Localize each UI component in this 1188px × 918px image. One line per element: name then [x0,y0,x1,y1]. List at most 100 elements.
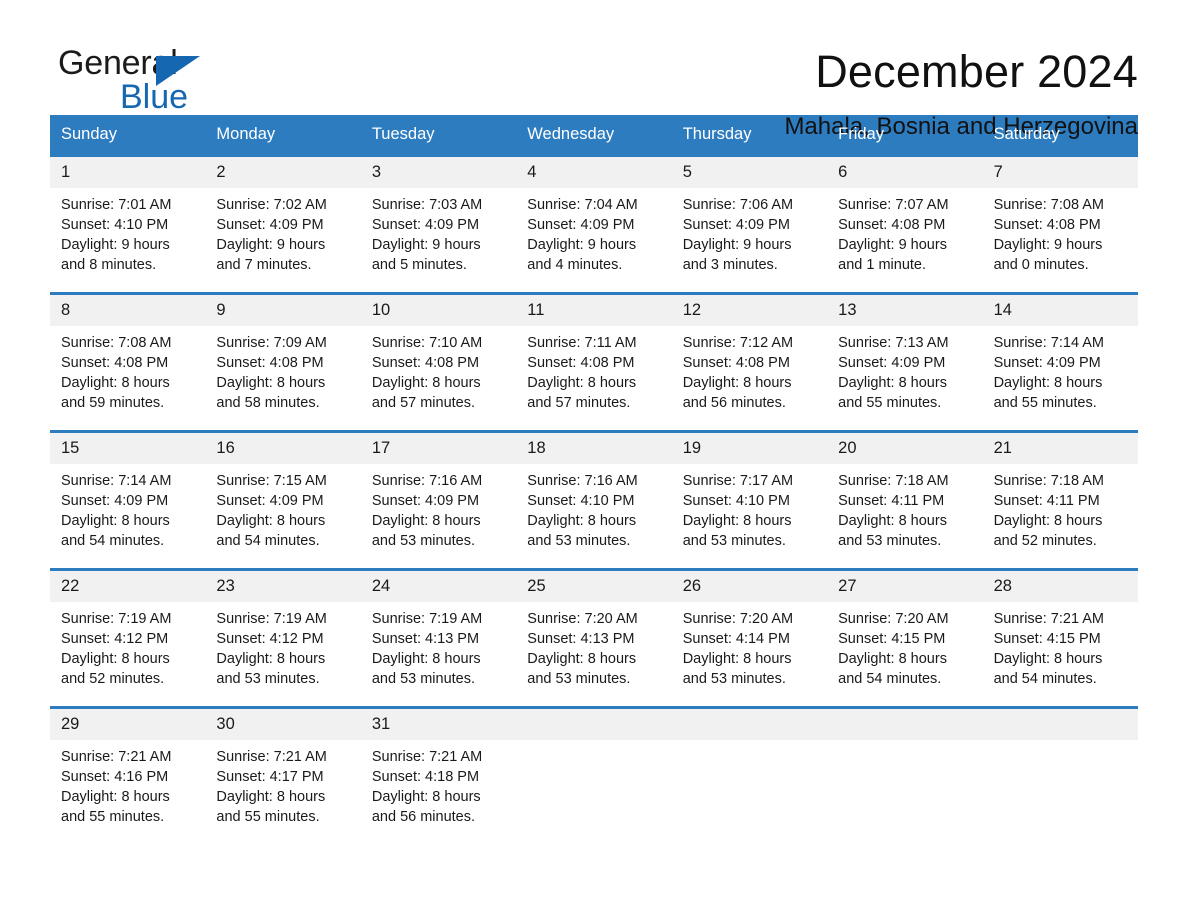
sunrise-text: Sunrise: 7:02 AM [216,197,327,213]
day-number[interactable]: 2 [205,157,360,188]
day-number[interactable]: 16 [205,433,360,464]
sunrise-text: Sunrise: 7:14 AM [993,335,1104,351]
day-number[interactable]: 7 [983,157,1138,188]
day-number[interactable]: 11 [516,295,671,326]
day-cell: Sunrise: 7:06 AM Sunset: 4:09 PM Dayligh… [672,195,827,275]
calendar-week-row: 22 23 24 25 26 27 28 Sunrise: 7:19 AM Su… [50,568,1138,706]
day-number[interactable]: 8 [50,295,205,326]
day-number[interactable]: 15 [50,433,205,464]
sunrise-text: Sunrise: 7:16 AM [371,473,483,489]
daylight-text-line2: and 1 minute. [838,257,927,273]
day-number[interactable]: 19 [672,433,827,464]
day-number[interactable]: 31 [361,709,516,740]
daylight-text-line2: and 53 minutes. [527,671,631,687]
daylight-text-line2: and 55 minutes. [61,809,165,825]
daylight-text-line2: and 53 minutes. [838,533,942,549]
day-number[interactable]: 9 [205,295,360,326]
day-number[interactable]: 4 [516,157,671,188]
day-cell: Sunrise: 7:20 AM Sunset: 4:14 PM Dayligh… [672,609,827,689]
daylight-text-line2: and 54 minutes. [838,671,942,687]
generalblue-logo[interactable]: General Blue [50,44,268,122]
sunset-text: Sunset: 4:17 PM [216,769,324,785]
daylight-text-line2: and 54 minutes. [216,533,320,549]
day-number[interactable]: 5 [672,157,827,188]
day-cell: Sunrise: 7:20 AM Sunset: 4:15 PM Dayligh… [827,609,982,689]
daylight-text-line2: and 54 minutes. [61,533,165,549]
day-number[interactable]: 29 [50,709,205,740]
daylight-text-line2: and 0 minutes. [993,257,1089,273]
day-number[interactable]: 6 [827,157,982,188]
sunset-text: Sunset: 4:18 PM [371,769,480,785]
day-cell: Sunrise: 7:14 AM Sunset: 4:09 PM Dayligh… [983,333,1138,413]
sunrise-text: Sunrise: 7:20 AM [838,611,949,627]
sunrise-sunset-calendar: Sunday Monday Tuesday Wednesday Thursday… [50,115,1138,844]
day-number[interactable]: 1 [50,157,205,188]
day-number[interactable]: 30 [205,709,360,740]
day-cell: Sunrise: 7:03 AM Sunset: 4:09 PM Dayligh… [361,195,516,275]
daylight-text-line2: and 53 minutes. [527,533,631,549]
day-number[interactable]: 10 [361,295,516,326]
day-cell: Sunrise: 7:19 AM Sunset: 4:13 PM Dayligh… [361,609,516,689]
sunrise-text: Sunrise: 7:21 AM [61,749,172,765]
day-cell: Sunrise: 7:21 AM Sunset: 4:17 PM Dayligh… [205,747,360,827]
day-number[interactable]: 18 [516,433,671,464]
sunset-text: Sunset: 4:08 PM [682,355,790,371]
day-cell: Sunrise: 7:01 AM Sunset: 4:10 PM Dayligh… [50,195,205,275]
week-daynumber-band: 15 16 17 18 19 20 21 [50,433,1138,464]
daylight-text-line1: Daylight: 8 hours [61,789,170,805]
sunset-text: Sunset: 4:08 PM [838,217,946,233]
day-cell: Sunrise: 7:11 AM Sunset: 4:08 PM Dayligh… [516,333,671,413]
day-cell: Sunrise: 7:21 AM Sunset: 4:16 PM Dayligh… [50,747,205,827]
blue-triangle-icon [156,56,200,86]
day-number[interactable]: 14 [983,295,1138,326]
sunrise-text: Sunrise: 7:19 AM [371,611,483,627]
day-cell: Sunrise: 7:21 AM Sunset: 4:15 PM Dayligh… [983,609,1138,689]
day-number[interactable]: 25 [516,571,671,602]
day-number[interactable]: 26 [672,571,827,602]
sunrise-text: Sunrise: 7:21 AM [371,749,483,765]
daylight-text-line1: Daylight: 8 hours [527,375,637,391]
sunset-text: Sunset: 4:13 PM [527,631,635,647]
sunset-text: Sunset: 4:09 PM [682,217,790,233]
sunset-text: Sunset: 4:09 PM [216,493,324,509]
sunset-text: Sunset: 4:15 PM [838,631,946,647]
day-cell: Sunrise: 7:13 AM Sunset: 4:09 PM Dayligh… [827,333,982,413]
day-number[interactable]: 3 [361,157,516,188]
day-cell: Sunrise: 7:08 AM Sunset: 4:08 PM Dayligh… [50,333,205,413]
daylight-text-line2: and 53 minutes. [682,533,786,549]
week-details-band: Sunrise: 7:08 AM Sunset: 4:08 PM Dayligh… [50,326,1138,430]
day-number[interactable]: 28 [983,571,1138,602]
day-number[interactable]: 23 [205,571,360,602]
daylight-text-line1: Daylight: 8 hours [371,375,481,391]
daylight-text-line1: Daylight: 9 hours [371,237,481,253]
sunrise-text: Sunrise: 7:06 AM [682,197,794,213]
daylight-text-line1: Daylight: 8 hours [61,513,170,529]
sunset-text: Sunset: 4:12 PM [216,631,324,647]
sunrise-text: Sunrise: 7:01 AM [61,197,172,213]
daylight-text-line1: Daylight: 8 hours [216,513,326,529]
daylight-text-line1: Daylight: 8 hours [838,651,947,667]
sunrise-text: Sunrise: 7:13 AM [838,335,949,351]
day-number[interactable]: 27 [827,571,982,602]
day-cell: Sunrise: 7:08 AM Sunset: 4:08 PM Dayligh… [983,195,1138,275]
sunrise-text: Sunrise: 7:17 AM [682,473,794,489]
sunset-text: Sunset: 4:08 PM [371,355,480,371]
day-number[interactable]: 12 [672,295,827,326]
daylight-text-line1: Daylight: 8 hours [61,375,170,391]
day-number[interactable]: 21 [983,433,1138,464]
daylight-text-line1: Daylight: 8 hours [371,789,481,805]
sunset-text: Sunset: 4:09 PM [371,217,480,233]
day-cell: Sunrise: 7:19 AM Sunset: 4:12 PM Dayligh… [205,609,360,689]
sunrise-text: Sunrise: 7:08 AM [61,335,172,351]
day-number[interactable]: 17 [361,433,516,464]
day-number[interactable]: 20 [827,433,982,464]
daylight-text-line2: and 4 minutes. [527,257,623,273]
daylight-text-line1: Daylight: 8 hours [682,375,792,391]
sunrise-text: Sunrise: 7:10 AM [371,335,483,351]
day-number[interactable]: 13 [827,295,982,326]
daylight-text-line2: and 53 minutes. [682,671,786,687]
page-header: General Blue December 2024 Mahala, Bosni… [50,0,1138,140]
day-number[interactable]: 24 [361,571,516,602]
day-number[interactable]: 22 [50,571,205,602]
day-cell: Sunrise: 7:02 AM Sunset: 4:09 PM Dayligh… [205,195,360,275]
